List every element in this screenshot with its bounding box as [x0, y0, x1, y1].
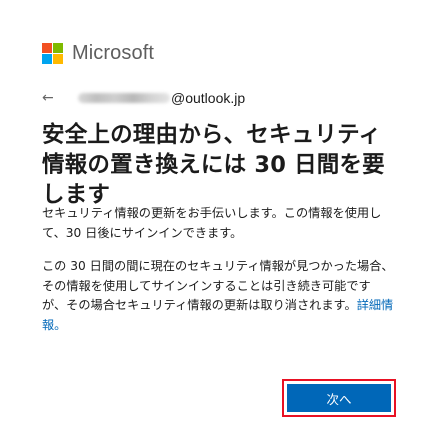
logo-green-square: [53, 43, 63, 53]
brand-name: Microsoft: [72, 42, 155, 64]
info-paragraph-1: セキュリティ情報の更新をお手伝いします。この情報を使用して、30 日後にサインイ…: [42, 206, 382, 240]
logo-blue-square: [42, 54, 52, 64]
microsoft-logo: Microsoft: [42, 43, 154, 64]
microsoft-squares-icon: [42, 43, 63, 64]
info-paragraph-2: この 30 日間の間に現在のセキュリティ情報が見つかった場合、その情報を使用して…: [42, 257, 394, 335]
next-button-highlight: 次へ: [282, 379, 396, 417]
next-button[interactable]: 次へ: [287, 384, 391, 412]
logo-red-square: [42, 43, 52, 53]
identity-banner: ← @outlook.jp: [42, 88, 245, 108]
logo-yellow-square: [53, 54, 63, 64]
info-paragraph-2-text: この 30 日間の間に現在のセキュリティ情報が見つかった場合、その情報を使用して…: [42, 259, 394, 312]
email-username-redacted: [78, 93, 170, 103]
page-title: 安全上の理由から、セキュリティ情報の置き換えには 30 日間を要します: [42, 122, 385, 208]
email-domain: @outlook.jp: [171, 90, 246, 106]
back-arrow-icon[interactable]: ←: [42, 88, 58, 108]
